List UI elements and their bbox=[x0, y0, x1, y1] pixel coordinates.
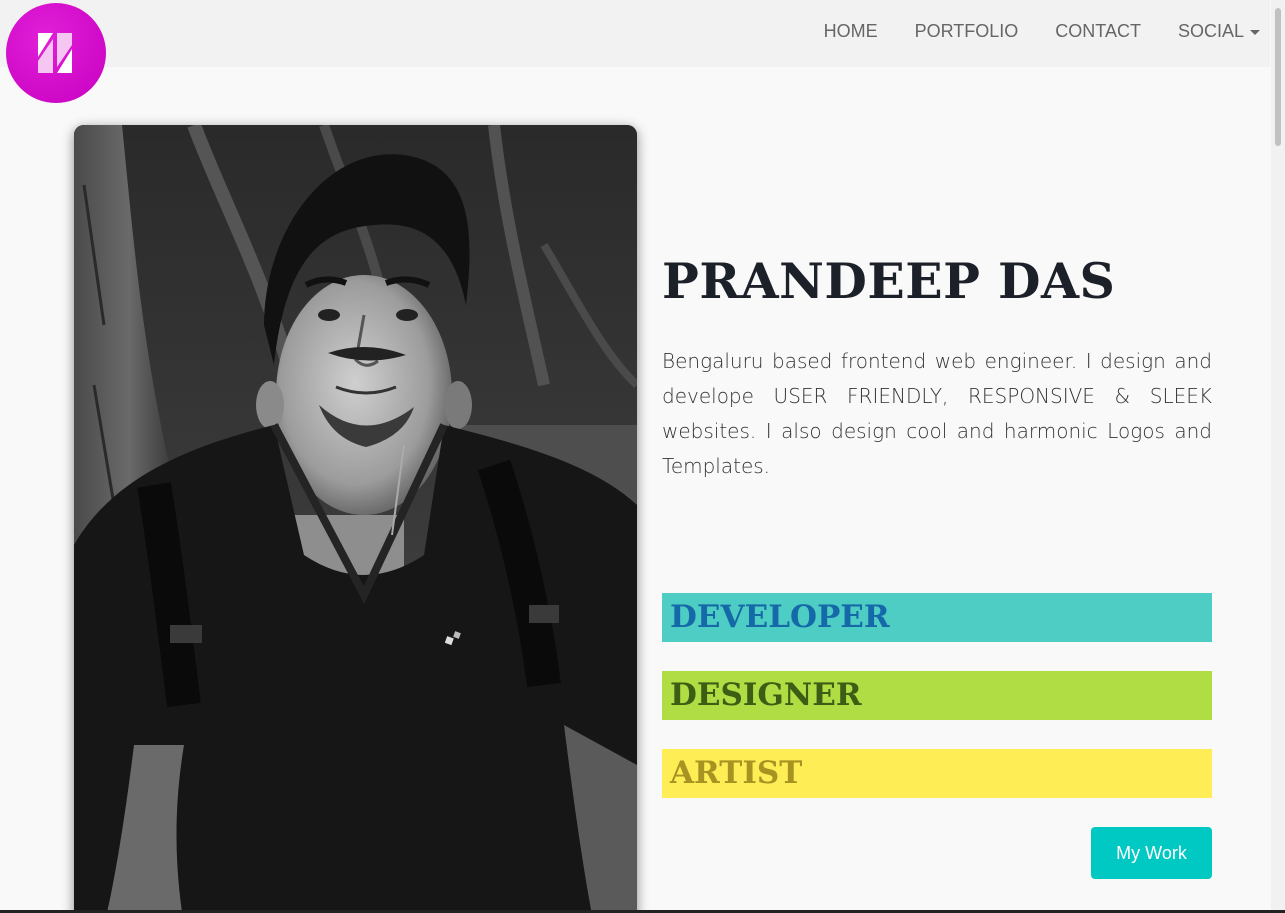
vertical-scrollbar[interactable] bbox=[1271, 0, 1285, 913]
nav-home-link[interactable]: HOME bbox=[824, 21, 878, 42]
nav-portfolio-link[interactable]: PORTFOLIO bbox=[915, 21, 1019, 42]
scrollbar-thumb[interactable] bbox=[1275, 8, 1281, 146]
profile-name: PRANDEEP DAS bbox=[662, 252, 1116, 310]
portrait-photo bbox=[74, 125, 637, 913]
brand-logo-icon bbox=[38, 33, 72, 73]
profile-photo-card bbox=[74, 125, 637, 913]
nav-social-label: SOCIAL bbox=[1177, 20, 1244, 41]
role-designer-banner: DESIGNER bbox=[662, 671, 1212, 720]
role-developer-banner: DEVELOPER bbox=[662, 593, 1212, 642]
brand-logo[interactable] bbox=[6, 3, 106, 103]
nav-social-dropdown[interactable]: SOCIAL bbox=[1178, 21, 1260, 42]
my-work-button[interactable]: My Work bbox=[1091, 827, 1212, 879]
nav-portfolio-label: PORTFOLIO bbox=[914, 20, 1019, 41]
role-artist-banner: ARTIST bbox=[662, 749, 1212, 798]
caret-down-icon bbox=[1250, 29, 1260, 35]
nav-menu: HOME PORTFOLIO CONTACT SOCIAL bbox=[787, 0, 1260, 62]
nav-home-label: HOME bbox=[823, 20, 878, 41]
nav-contact-label: CONTACT bbox=[1055, 20, 1141, 41]
profile-bio: Bengaluru based frontend web engineer. I… bbox=[662, 349, 1212, 478]
top-navbar: HOME PORTFOLIO CONTACT SOCIAL bbox=[0, 0, 1270, 67]
page: HOME PORTFOLIO CONTACT SOCIAL PRANDEEP D… bbox=[0, 0, 1285, 913]
nav-contact-link[interactable]: CONTACT bbox=[1055, 21, 1141, 42]
